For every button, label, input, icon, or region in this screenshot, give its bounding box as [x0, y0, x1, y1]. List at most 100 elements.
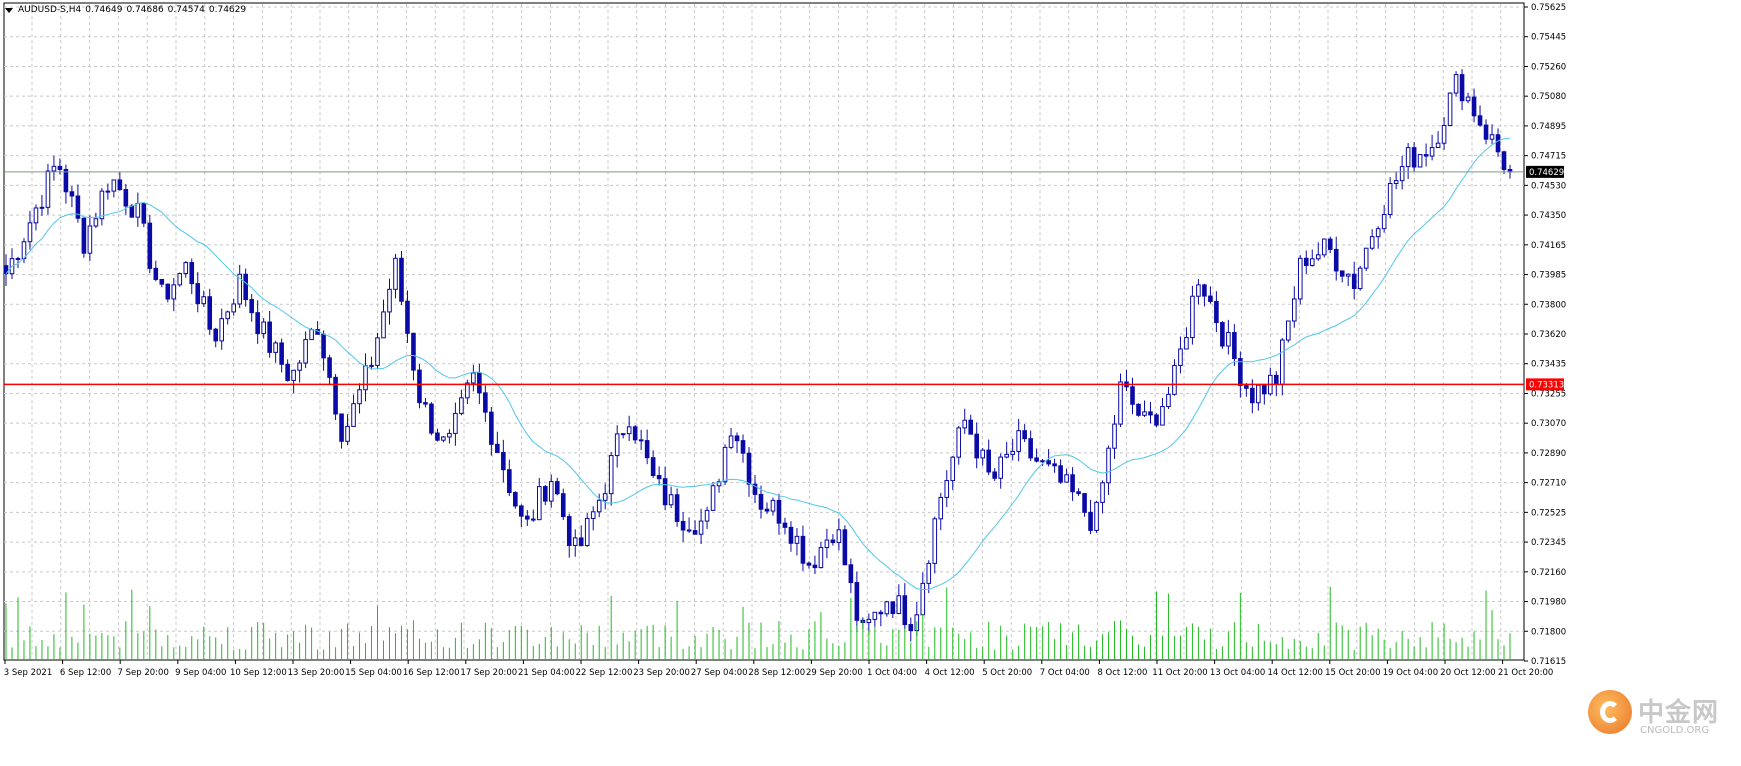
candle-body: [710, 485, 716, 511]
candle-body: [1112, 423, 1117, 449]
candle-body: [1100, 482, 1105, 503]
candle-body: [986, 449, 991, 473]
candle-body: [525, 515, 530, 520]
candle-body: [165, 283, 171, 300]
candle-body: [1178, 348, 1183, 366]
time-axis-label: 10 Sep 12:00: [230, 668, 287, 678]
candle-body: [513, 491, 518, 507]
candle-body: [1387, 182, 1393, 215]
price-chart[interactable]: 0.75625 0.75445 0.75260 0.75080 0.74895 0.747…: [0, 0, 1741, 762]
candle-body: [1142, 411, 1147, 416]
candle-body: [1405, 147, 1411, 168]
candle-body: [968, 419, 974, 435]
candle-body: [956, 427, 962, 458]
candle-body: [207, 296, 213, 330]
candle-body: [99, 190, 105, 220]
candle-body: [1082, 493, 1087, 513]
price-axis-label: 0.73800: [1531, 300, 1566, 310]
time-axis-label: 6 Sep 12:00: [60, 668, 111, 678]
candle-body: [818, 547, 824, 569]
price-axis-label: 0.73985: [1531, 271, 1566, 281]
candle-body: [584, 517, 590, 546]
candle-body: [704, 509, 710, 522]
candle-body: [740, 440, 746, 454]
candle-body: [572, 537, 578, 546]
price-axis-label: 0.71980: [1531, 598, 1566, 608]
candle-body: [800, 535, 806, 564]
candle-body: [429, 403, 434, 434]
candle-body: [698, 520, 704, 535]
candle-body: [1166, 393, 1171, 408]
candle-body: [1411, 147, 1417, 168]
candle-body: [483, 392, 488, 413]
candle-body: [213, 328, 219, 342]
candle-body: [1327, 238, 1333, 250]
candle-body: [884, 601, 890, 615]
time-axis-label: 21 Oct 20:00: [1498, 668, 1553, 678]
time-axis-label: 9 Sep 04:00: [175, 668, 226, 678]
time-axis-label: 19 Oct 04:00: [1383, 668, 1438, 678]
candle-body: [267, 321, 272, 353]
price-axis-label: 0.74530: [1531, 181, 1566, 191]
candle-body: [1250, 387, 1255, 404]
candle-body: [495, 443, 500, 453]
candle-body: [171, 284, 177, 300]
dropdown-triangle-icon[interactable]: [5, 7, 13, 13]
candle-body: [746, 452, 752, 485]
candle-body: [147, 222, 153, 269]
candle-body: [932, 518, 938, 564]
candle-body: [405, 300, 410, 334]
candle-body: [123, 189, 129, 207]
price-axis-label: 0.73255: [1531, 389, 1566, 399]
candle-body: [453, 412, 458, 434]
price-axis-label: 0.71800: [1531, 627, 1566, 637]
price-axis-label: 0.71615: [1531, 657, 1566, 667]
candle-body: [105, 190, 111, 193]
candle-body: [1297, 257, 1303, 300]
candle-body: [854, 582, 860, 621]
candle-body: [608, 455, 614, 495]
candle-body: [1244, 385, 1249, 389]
candle-body: [878, 611, 884, 615]
price-axis-label: 0.75445: [1531, 33, 1566, 43]
candle-body: [153, 267, 159, 280]
plot-frame: [3, 2, 1525, 661]
candle-body: [1339, 270, 1345, 277]
candle-body: [1016, 430, 1021, 452]
candle-body: [1333, 248, 1339, 272]
candle-body: [722, 446, 728, 483]
candle-body: [938, 496, 944, 520]
time-axis-label: 7 Sep 20:00: [118, 668, 169, 678]
candle-body: [1226, 332, 1231, 347]
candle-body: [1345, 273, 1351, 277]
candle-body: [1280, 339, 1285, 385]
candle-body: [1130, 386, 1135, 405]
candle-body: [1088, 511, 1093, 531]
candle-body: [1010, 450, 1015, 455]
candle-body: [764, 508, 770, 512]
candle-body: [1459, 74, 1465, 102]
logo-circle-icon: [1588, 690, 1632, 734]
time-axis-label: 14 Oct 12:00: [1267, 668, 1322, 678]
candle-body: [542, 486, 548, 502]
candle-body: [1028, 438, 1033, 459]
chart-window[interactable]: 0.75625 0.75445 0.75260 0.75080 0.74895 0.747…: [0, 0, 1741, 762]
price-axis-label: 0.73620: [1531, 330, 1566, 340]
candle-body: [1094, 501, 1099, 531]
time-axis-label: 29 Sep 20:00: [806, 668, 863, 678]
candle-body: [1501, 151, 1507, 170]
candle-body: [1154, 414, 1159, 426]
candle-body: [1423, 154, 1429, 157]
candle-body: [830, 539, 836, 544]
candle-body: [1190, 295, 1195, 339]
candle-body: [692, 530, 698, 535]
price-axis-label: 0.72525: [1531, 508, 1566, 518]
time-axis-label: 17 Sep 20:00: [460, 668, 517, 678]
candle-body: [1220, 322, 1225, 347]
candle-body: [872, 611, 878, 620]
candle-body: [1136, 403, 1141, 416]
candle-body: [45, 170, 51, 208]
candle-body: [327, 357, 332, 378]
candle-body: [1160, 406, 1165, 426]
candle-body: [1196, 284, 1201, 297]
